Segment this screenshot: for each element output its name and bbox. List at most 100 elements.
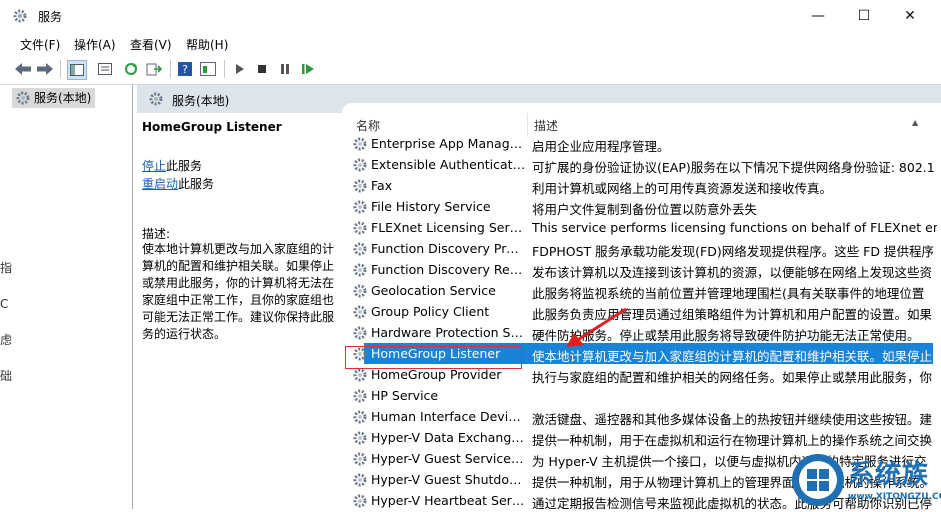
service-row[interactable]: Function Discovery Provi... FDPHOST 服务承载功… [350,238,941,259]
service-row[interactable]: HP Service [350,385,941,406]
tree-item-services-local[interactable]: 服务(本地) [12,88,96,108]
services-gear-icon [13,9,27,23]
service-description: 此服务将监视系统的当前位置并管理地理围栏(具有关联事件的地理位置 [532,286,925,301]
console-tree-pane: 服务(本地) [0,85,133,509]
service-name: HomeGroup Provider [371,367,502,382]
background-edge-text: 指 C 虑 础 [0,250,13,394]
export-icon[interactable] [145,60,163,78]
restart-action-suffix: 此服务 [178,177,215,191]
svg-text:?: ? [182,63,188,76]
service-gear-icon [353,137,367,151]
service-gear-icon [353,200,367,214]
service-gear-icon [353,158,367,172]
service-row[interactable]: FLEXnet Licensing Service This service pe… [350,217,941,238]
service-gear-icon [353,284,367,298]
service-description: 执行与家庭组的配置和维护相关的网络任务。如果停止或禁用此服务，你 [532,370,933,385]
watermark-text: 系统族 [848,460,930,490]
service-gear-icon [353,305,367,319]
service-gear-icon [353,326,367,340]
watermark-url: www.XITONGZU.COM [848,492,941,502]
service-name: Hyper-V Heartbeat Service [371,493,526,508]
services-pane: 服务(本地) HomeGroup Listener 停止此服务 重启动此服务 描… [137,85,941,511]
selected-service-name: HomeGroup Listener [142,120,282,134]
service-name: Hyper-V Guest Service In... [371,451,526,466]
start-icon[interactable] [231,60,249,78]
restart-icon[interactable] [299,60,317,78]
service-name: Fax [371,178,393,193]
restart-action: 重启动此服务 [142,175,214,192]
edge-char: 指 [0,261,13,275]
service-row[interactable]: Geolocation Service 此服务将监视系统的当前位置并管理地理围栏(… [350,280,941,301]
service-description: 发布该计算机以及连接到该计算机的资源，以便能够在网络上发现这些资 [532,265,933,280]
service-name: Hyper-V Data Exchange ... [371,430,526,445]
service-name: Function Discovery Reso... [371,262,526,277]
service-row[interactable]: Group Policy Client 此服务负责应用管理员通过组策略组件为计算机… [350,301,941,322]
service-row[interactable]: Fax 利用计算机或网络上的可用传真资源发送和接收传真。 [350,175,941,196]
maximize-button[interactable]: ☐ [841,0,887,32]
title-bar: 服务 — ☐ ✕ [0,0,941,32]
menu-action[interactable]: 操作(A) [74,36,116,53]
toolbar: ? [0,54,941,85]
service-gear-icon [353,389,367,403]
service-gear-icon [353,431,367,445]
service-gear-icon [353,473,367,487]
service-gear-icon [353,452,367,466]
pause-icon[interactable] [276,60,294,78]
description-label: 描述: [142,227,171,241]
service-gear-icon [353,263,367,277]
service-row[interactable]: File History Service 将用户文件复制到备份位置以防意外丢失 [350,196,941,217]
service-name: FLEXnet Licensing Service [371,220,526,235]
menu-help[interactable]: 帮助(H) [186,36,228,53]
refresh-icon[interactable] [122,60,140,78]
service-row[interactable]: Enterprise App Manage... 启用企业应用程序管理。 [350,133,941,154]
watermark: 系统族 www.XITONGZU.COM [790,452,941,509]
service-gear-icon [353,179,367,193]
red-arrow-icon [566,307,627,347]
toolbar-separator [170,60,171,78]
scroll-up-arrow-icon[interactable]: ▲ [912,118,918,127]
watermark-logo-icon [792,454,844,506]
service-gear-icon [353,221,367,235]
service-name: Hyper-V Guest Shutdown... [371,472,526,487]
service-gear-icon [353,494,367,508]
close-button[interactable]: ✕ [887,0,933,32]
menu-bar: 文件(F) 操作(A) 查看(V) 帮助(H) [0,32,941,54]
edge-char: C [0,297,9,311]
service-name: Human Interface Device ... [371,409,526,424]
service-row[interactable]: Human Interface Device ... 激活键盘、遥控器和其他多媒体… [350,406,941,427]
stop-action: 停止此服务 [142,157,202,174]
view-icon[interactable] [199,60,217,78]
restart-service-link[interactable]: 重启动 [142,177,178,191]
edge-char: 虑 [0,333,13,347]
minimize-button[interactable]: — [795,0,841,32]
service-description: 启用企业应用程序管理。 [532,139,670,154]
console-tree-icon[interactable] [67,60,87,80]
service-description: 将用户文件复制到备份位置以防意外丢失 [532,202,758,217]
service-name: HP Service [371,388,439,403]
service-name: Hardware Protection Ser... [371,325,526,340]
services-gear-icon [149,92,163,106]
service-row[interactable]: Hardware Protection Ser... 硬件防护服务。停止或禁用此服… [350,322,941,343]
properties-icon[interactable] [96,60,114,78]
service-description: 激活键盘、遥控器和其他多媒体设备上的热按钮并继续使用这些按钮。建 [532,412,933,427]
column-header-description[interactable]: 描述 [534,117,558,134]
menu-file[interactable]: 文件(F) [20,36,60,53]
service-name: Geolocation Service [371,283,496,298]
back-icon[interactable] [14,60,32,78]
help-icon[interactable]: ? [176,60,194,78]
highlight-box [345,346,522,369]
pane-header-title: 服务(本地) [172,94,230,108]
service-row[interactable]: Extensible Authentication... 可扩展的身份验证协议(E… [350,154,941,175]
service-name: Group Policy Client [371,304,490,319]
stop-service-link[interactable]: 停止 [142,159,166,173]
stop-icon[interactable] [253,60,271,78]
service-description: 利用计算机或网络上的可用传真资源发送和接收传真。 [532,181,833,196]
tree-item-label: 服务(本地) [34,91,92,105]
service-row[interactable]: Function Discovery Reso... 发布该计算机以及连接到该计算… [350,259,941,280]
service-row[interactable]: Hyper-V Data Exchange ... 提供一种机制，用于在虚拟机和运… [350,427,941,448]
column-header-name[interactable]: 名称 [356,117,380,134]
menu-view[interactable]: 查看(V) [130,36,172,53]
forward-icon[interactable] [36,60,54,78]
window-title: 服务 [38,10,63,24]
description-text: 使本地计算机更改与加入家庭组的计算机的配置和维护相关联。如果停止或禁用此服务，你… [142,242,335,341]
